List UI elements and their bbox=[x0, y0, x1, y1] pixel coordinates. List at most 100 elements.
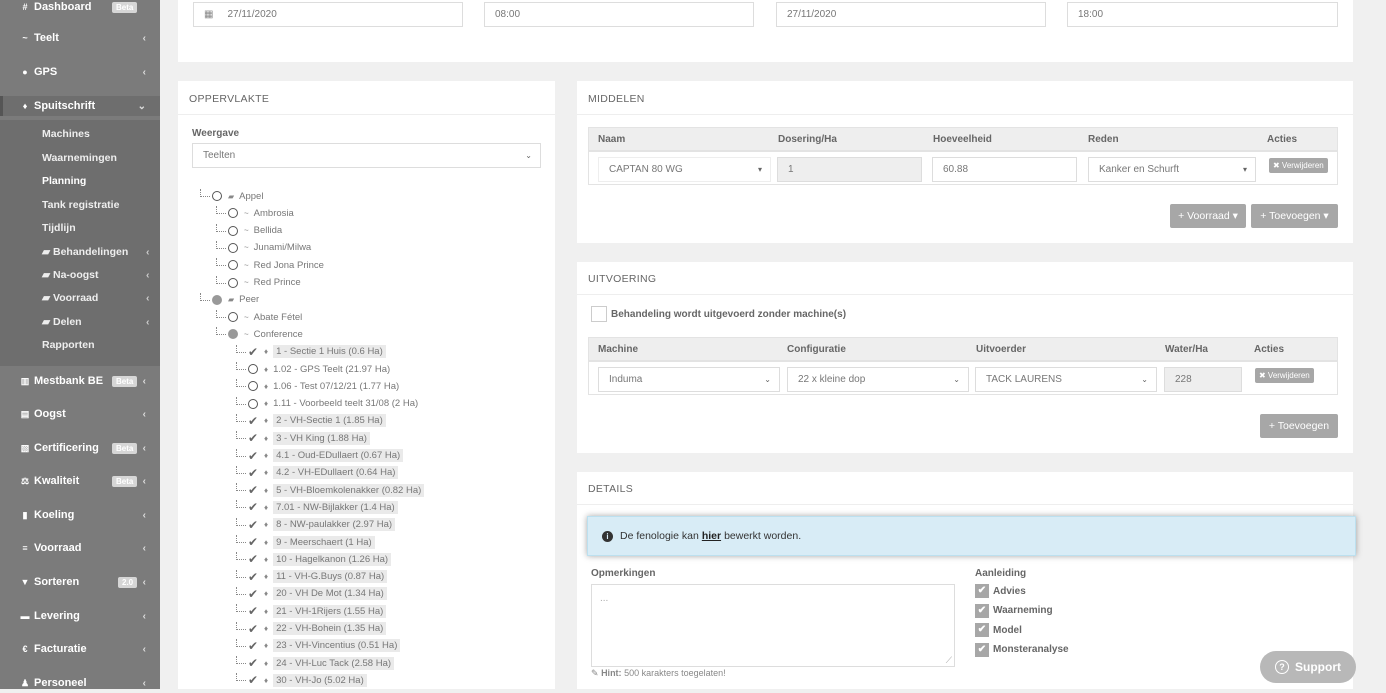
sidebar-item-sorteren[interactable]: ▼ Sorteren 2.0 ‹ bbox=[0, 572, 160, 592]
tree-node[interactable]: ✔ ♦ 30 - VH-Jo (5.02 Ha) bbox=[236, 673, 367, 687]
tree-checkbox[interactable] bbox=[212, 294, 222, 305]
tree-node[interactable]: ✔ ♦ 4.2 - VH-EDullaert (0.64 Ha) bbox=[236, 465, 399, 480]
tree-checkbox[interactable] bbox=[228, 312, 238, 323]
voorraad-button[interactable]: + Voorraad ▾ bbox=[1170, 204, 1246, 228]
sidebar-item-mestbank-be[interactable]: ▥ Mestbank BE Beta ‹ bbox=[0, 371, 160, 391]
sidebar-item-koeling[interactable]: ▮ Koeling ‹ bbox=[0, 505, 160, 525]
tree-node[interactable]: ✔ ♦ 4.1 - Oud-EDullaert (0.67 Ha) bbox=[236, 448, 404, 463]
support-button[interactable]: ? Support bbox=[1260, 651, 1356, 683]
checkbox-checked-icon[interactable]: ✔ bbox=[975, 603, 989, 618]
checkmark-icon[interactable]: ✔ bbox=[248, 431, 260, 445]
sidebar-item-kwaliteit[interactable]: ⚖ Kwaliteit Beta ‹ bbox=[0, 471, 160, 491]
tree-node[interactable]: ~ Abate Fétel bbox=[216, 310, 302, 324]
tree-node[interactable]: ✔ ♦ 10 - Hagelkanon (1.26 Ha) bbox=[236, 552, 392, 566]
tree-checkbox[interactable] bbox=[248, 364, 258, 374]
tree-node[interactable]: ✔ ♦ 1 - Sectie 1 Huis (0.6 Ha) bbox=[236, 344, 386, 359]
tree-node[interactable]: ~ Red Jona Prince bbox=[216, 258, 324, 272]
tree-checkbox[interactable] bbox=[228, 277, 238, 288]
start-time-input[interactable]: 08:00 bbox=[484, 2, 754, 27]
tree-node[interactable]: ✔ ♦ 3 - VH King (1.88 Ha) bbox=[236, 431, 370, 445]
tree-node[interactable]: ✔ ♦ 7.01 - NW-Bijlakker (1.4 Ha) bbox=[236, 500, 398, 514]
machine-select[interactable]: Induma ⌄ bbox=[598, 367, 780, 392]
tree-checkbox[interactable] bbox=[212, 191, 222, 201]
tree-node[interactable]: ~ Junami/Milwa bbox=[216, 240, 311, 255]
reden-select[interactable]: Kanker en Schurft ▾ bbox=[1088, 157, 1256, 182]
checkmark-icon[interactable]: ✔ bbox=[248, 449, 260, 463]
tree-checkbox[interactable] bbox=[228, 242, 238, 253]
delete-button[interactable]: ✖ Verwijderen bbox=[1255, 368, 1314, 383]
checkmark-icon[interactable]: ✔ bbox=[248, 639, 260, 653]
aanleiding-option[interactable]: ✔ Waarneming bbox=[975, 603, 1053, 618]
start-date-input[interactable]: ▦ 27/11/2020 bbox=[193, 2, 463, 27]
sidebar-item-levering[interactable]: ▬ Levering ‹ bbox=[0, 606, 160, 626]
sidebar-subitem[interactable]: Machines bbox=[42, 128, 152, 140]
configuratie-select[interactable]: 22 x kleine dop ⌄ bbox=[787, 367, 969, 392]
checkmark-icon[interactable]: ✔ bbox=[248, 552, 260, 566]
toevoegen-button[interactable]: + Toevoegen bbox=[1260, 414, 1338, 438]
tree-node[interactable]: ✔ ♦ 2 - VH-Sectie 1 (1.85 Ha) bbox=[236, 413, 386, 428]
sidebar-item-personeel[interactable]: ♟ Personeel ‹ bbox=[0, 673, 160, 693]
tree-node[interactable]: ▰ Appel bbox=[200, 189, 263, 203]
tree-checkbox[interactable] bbox=[228, 329, 238, 340]
tree-node[interactable]: ~ Ambrosia bbox=[216, 206, 294, 220]
tree-node[interactable]: ✔ ♦ 22 - VH-Bohein (1.35 Ha) bbox=[236, 621, 387, 636]
checkmark-icon[interactable]: ✔ bbox=[248, 535, 260, 549]
checkmark-icon[interactable]: ✔ bbox=[248, 414, 260, 428]
sidebar-item-gps[interactable]: ● GPS ‹ bbox=[0, 62, 160, 82]
tree-node[interactable]: ✔ ♦ 9 - Meerschaert (1 Ha) bbox=[236, 535, 375, 549]
tree-node[interactable]: ✔ ♦ 21 - VH-1Rijers (1.55 Ha) bbox=[236, 604, 387, 618]
uitvoerder-select[interactable]: TACK LAURENS ⌄ bbox=[975, 367, 1157, 392]
checkbox-checked-icon[interactable]: ✔ bbox=[975, 623, 989, 637]
tree-node[interactable]: ♦ 1.02 - GPS Teelt (21.97 Ha) bbox=[236, 362, 390, 376]
end-date-input[interactable]: 27/11/2020 bbox=[776, 2, 1046, 27]
tree-node[interactable]: ✔ ♦ 8 - NW-paulakker (2.97 Ha) bbox=[236, 517, 396, 532]
checkmark-icon[interactable]: ✔ bbox=[248, 604, 260, 618]
naam-select[interactable]: CAPTAN 80 WG ▾ bbox=[598, 157, 771, 182]
no-machine-checkbox[interactable] bbox=[591, 306, 607, 322]
tree-node[interactable]: ~ Bellida bbox=[216, 223, 282, 238]
sidebar-subitem[interactable]: ▰ Delen ‹ bbox=[42, 316, 152, 328]
tree-node[interactable]: ✔ ♦ 11 - VH-G.Buys (0.87 Ha) bbox=[236, 569, 388, 584]
tree-checkbox[interactable] bbox=[228, 260, 238, 271]
resize-handle-icon[interactable]: ⟋ bbox=[946, 655, 952, 666]
checkmark-icon[interactable]: ✔ bbox=[248, 500, 260, 514]
tree-node[interactable]: ▰ Peer bbox=[200, 292, 259, 307]
checkmark-icon[interactable]: ✔ bbox=[248, 518, 260, 532]
tree-node[interactable]: ~ Red Prince bbox=[216, 275, 301, 290]
tree-node[interactable]: ~ Conference bbox=[216, 327, 303, 341]
dosering-input[interactable]: 1 bbox=[777, 157, 922, 182]
tree-node[interactable]: ♦ 1.06 - Test 07/12/21 (1.77 Ha) bbox=[236, 379, 399, 393]
sidebar-item-dashboard[interactable]: # Dashboard Beta bbox=[0, 0, 160, 17]
sidebar-subitem[interactable]: Planning bbox=[42, 175, 152, 187]
aanleiding-option[interactable]: ✔ Model bbox=[975, 623, 1022, 637]
sidebar-item-teelt[interactable]: ~ Teelt ‹ bbox=[0, 28, 160, 48]
aanleiding-option[interactable]: ✔ Advies bbox=[975, 584, 1026, 598]
sidebar-item-certificering[interactable]: ▧ Certificering Beta ‹ bbox=[0, 438, 160, 458]
checkmark-icon[interactable]: ✔ bbox=[248, 587, 260, 601]
opmerkingen-textarea[interactable]: ... ⟋ bbox=[591, 584, 955, 667]
sidebar-subitem[interactable]: ▰ Na-oogst ‹ bbox=[42, 269, 152, 281]
aanleiding-option[interactable]: ✔ Monsteranalyse bbox=[975, 642, 1069, 657]
tree-checkbox[interactable] bbox=[228, 208, 238, 219]
checkbox-checked-icon[interactable]: ✔ bbox=[975, 584, 989, 598]
checkmark-icon[interactable]: ✔ bbox=[248, 345, 260, 359]
weergave-select[interactable]: Teelten ⌄ bbox=[192, 143, 541, 168]
sidebar-subitem[interactable]: Tijdlijn bbox=[42, 222, 152, 234]
sidebar-item-facturatie[interactable]: € Facturatie ‹ bbox=[0, 639, 160, 659]
toevoegen-dropdown-button[interactable]: + Toevoegen ▾ bbox=[1251, 204, 1338, 228]
checkmark-icon[interactable]: ✔ bbox=[248, 622, 260, 636]
sidebar-item-voorraad[interactable]: ≡ Voorraad ‹ bbox=[0, 538, 160, 558]
checkmark-icon[interactable]: ✔ bbox=[248, 673, 260, 687]
tree-node[interactable]: ✔ ♦ 20 - VH De Mot (1.34 Ha) bbox=[236, 586, 387, 601]
tree-checkbox[interactable] bbox=[248, 398, 258, 409]
tree-checkbox[interactable] bbox=[228, 225, 238, 236]
tree-node[interactable]: ✔ ♦ 24 - VH-Luc Tack (2.58 Ha) bbox=[236, 656, 395, 670]
sidebar-subitem[interactable]: ▰ Behandelingen ‹ bbox=[42, 246, 152, 258]
fenologie-link[interactable]: hier bbox=[702, 530, 721, 542]
hoeveelheid-input[interactable]: 60.88 bbox=[932, 157, 1077, 182]
tree-node[interactable]: ♦ 1.11 - Voorbeeld teelt 31/08 (2 Ha) bbox=[236, 396, 418, 411]
checkmark-icon[interactable]: ✔ bbox=[248, 570, 260, 584]
sidebar-subitem[interactable]: Tank registratie bbox=[42, 199, 152, 211]
delete-button[interactable]: ✖ Verwijderen bbox=[1269, 158, 1328, 173]
sidebar-subitem[interactable]: Waarnemingen bbox=[42, 152, 152, 164]
